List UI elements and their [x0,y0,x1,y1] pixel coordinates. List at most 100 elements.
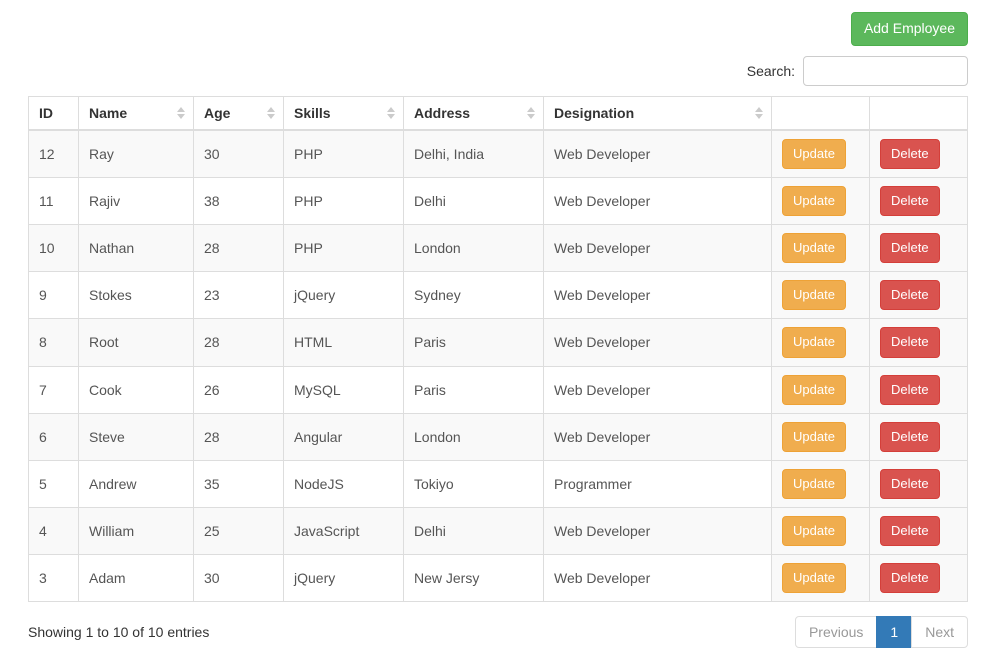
delete-button[interactable]: Delete [880,375,940,405]
delete-button[interactable]: Delete [880,422,940,452]
table-row: 12Ray30PHPDelhi, IndiaWeb DeveloperUpdat… [29,130,968,178]
delete-button[interactable]: Delete [880,280,940,310]
cell-age: 25 [194,508,284,555]
delete-button[interactable]: Delete [880,233,940,263]
cell-update: Update [772,555,870,602]
cell-delete: Delete [870,460,968,507]
column-header-label: ID [39,105,53,121]
table-row: 3Adam30jQueryNew JersyWeb DeveloperUpdat… [29,555,968,602]
cell-update: Update [772,508,870,555]
update-button[interactable]: Update [782,139,846,169]
update-button[interactable]: Update [782,186,846,216]
cell-id: 10 [29,224,79,271]
column-header-designation[interactable]: Designation [544,96,772,130]
column-header-delete [870,96,968,130]
update-button[interactable]: Update [782,469,846,499]
update-button[interactable]: Update [782,327,846,357]
delete-button[interactable]: Delete [880,469,940,499]
column-header-age[interactable]: Age [194,96,284,130]
cell-address: New Jersy [404,555,544,602]
sort-icon [527,107,535,119]
cell-delete: Delete [870,130,968,178]
cell-update: Update [772,224,870,271]
cell-designation: Web Developer [544,272,772,319]
delete-button[interactable]: Delete [880,186,940,216]
table-row: 5Andrew35NodeJSTokiyoProgrammerUpdateDel… [29,460,968,507]
cell-designation: Web Developer [544,130,772,178]
cell-update: Update [772,366,870,413]
cell-name: Rajiv [79,177,194,224]
table-row: 7Cook26MySQLParisWeb DeveloperUpdateDele… [29,366,968,413]
cell-address: Delhi [404,177,544,224]
column-header-label: Age [204,105,230,121]
sort-icon [755,107,763,119]
column-header-skills[interactable]: Skills [284,96,404,130]
cell-designation: Web Developer [544,508,772,555]
cell-name: Root [79,319,194,366]
cell-skills: NodeJS [284,460,404,507]
cell-update: Update [772,413,870,460]
cell-address: Tokiyo [404,460,544,507]
cell-name: Adam [79,555,194,602]
cell-id: 12 [29,130,79,178]
pagination-previous[interactable]: Previous [795,616,877,648]
delete-button[interactable]: Delete [880,327,940,357]
column-header-label: Skills [294,105,331,121]
cell-skills: MySQL [284,366,404,413]
cell-id: 4 [29,508,79,555]
cell-age: 30 [194,555,284,602]
table-row: 6Steve28AngularLondonWeb DeveloperUpdate… [29,413,968,460]
cell-delete: Delete [870,413,968,460]
cell-delete: Delete [870,366,968,413]
cell-update: Update [772,177,870,224]
cell-age: 26 [194,366,284,413]
delete-button[interactable]: Delete [880,563,940,593]
search-input[interactable] [803,56,968,86]
column-header-label: Designation [554,105,634,121]
cell-age: 28 [194,224,284,271]
column-header-address[interactable]: Address [404,96,544,130]
cell-age: 23 [194,272,284,319]
cell-skills: PHP [284,224,404,271]
cell-name: Steve [79,413,194,460]
column-header-name[interactable]: Name [79,96,194,130]
cell-designation: Web Developer [544,177,772,224]
update-button[interactable]: Update [782,516,846,546]
cell-update: Update [772,272,870,319]
cell-designation: Web Developer [544,224,772,271]
cell-name: Stokes [79,272,194,319]
delete-button[interactable]: Delete [880,139,940,169]
cell-skills: HTML [284,319,404,366]
update-button[interactable]: Update [782,563,846,593]
update-button[interactable]: Update [782,280,846,310]
pagination-next[interactable]: Next [911,616,968,648]
table-row: 9Stokes23jQuerySydneyWeb DeveloperUpdate… [29,272,968,319]
cell-address: London [404,224,544,271]
add-employee-button[interactable]: Add Employee [851,12,968,46]
cell-age: 30 [194,130,284,178]
cell-address: London [404,413,544,460]
cell-address: Paris [404,366,544,413]
cell-update: Update [772,319,870,366]
column-header-id[interactable]: ID [29,96,79,130]
update-button[interactable]: Update [782,422,846,452]
cell-skills: PHP [284,130,404,178]
cell-skills: PHP [284,177,404,224]
table-row: 4William25JavaScriptDelhiWeb DeveloperUp… [29,508,968,555]
update-button[interactable]: Update [782,375,846,405]
cell-id: 7 [29,366,79,413]
cell-skills: JavaScript [284,508,404,555]
update-button[interactable]: Update [782,233,846,263]
cell-address: Delhi [404,508,544,555]
pagination-page-1[interactable]: 1 [876,616,912,648]
cell-designation: Web Developer [544,555,772,602]
cell-skills: jQuery [284,555,404,602]
cell-name: Ray [79,130,194,178]
cell-delete: Delete [870,177,968,224]
cell-delete: Delete [870,319,968,366]
delete-button[interactable]: Delete [880,516,940,546]
cell-name: Andrew [79,460,194,507]
cell-designation: Programmer [544,460,772,507]
cell-update: Update [772,130,870,178]
cell-id: 9 [29,272,79,319]
